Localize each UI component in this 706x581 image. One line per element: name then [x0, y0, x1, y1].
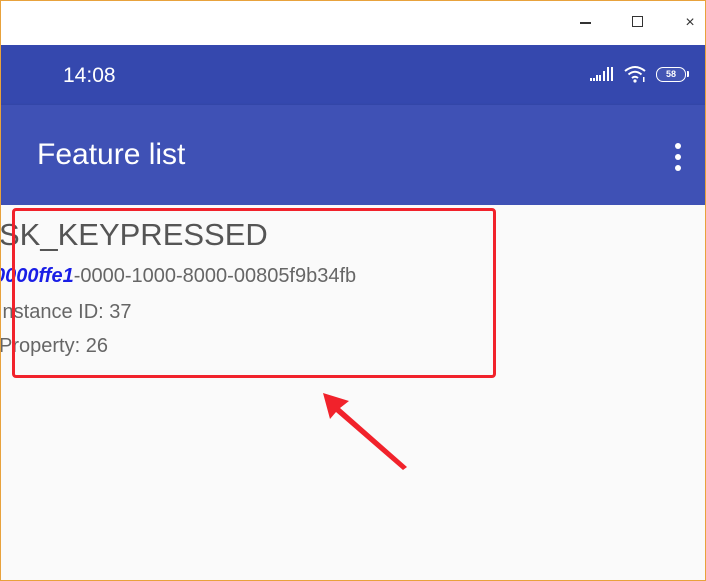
maximize-icon: [631, 16, 643, 28]
page-title: Feature list: [37, 138, 186, 171]
feature-uuid-rest: -0000-1000-8000-00805f9b34fb: [73, 265, 357, 287]
status-bar: 14:08 58: [1, 45, 705, 105]
battery-icon: 58: [656, 66, 689, 82]
feature-property: Property: 26: [1, 335, 108, 357]
wifi-icon: [624, 66, 646, 83]
feature-list: SK_KEYPRESSED 0000ffe1-0000-1000-8000-00…: [1, 205, 705, 580]
signal-icon: [590, 67, 613, 81]
close-icon: ×: [685, 14, 695, 31]
feature-name: SK_KEYPRESSED: [1, 217, 268, 252]
list-item[interactable]: SK_KEYPRESSED 0000ffe1-0000-1000-8000-00…: [1, 211, 495, 377]
app-window: × 14:08 58 Feature list SK_KEYPRESSED 00…: [0, 0, 706, 581]
status-icons: 58: [590, 63, 689, 85]
feature-uuid: 0000ffe1-0000-1000-8000-00805f9b34fb: [1, 265, 356, 288]
maximize-button[interactable]: [627, 13, 647, 33]
minimize-icon: [579, 22, 591, 24]
window-titlebar: ×: [1, 1, 705, 45]
close-button[interactable]: ×: [680, 13, 700, 33]
battery-level: 58: [656, 66, 686, 82]
feature-instance-id: Instance ID: 37: [1, 301, 132, 323]
feature-uuid-short: 0000ffe1: [1, 265, 74, 287]
app-toolbar: Feature list: [1, 105, 705, 205]
status-time: 14:08: [63, 64, 116, 87]
overflow-menu-icon[interactable]: [665, 137, 691, 177]
minimize-button[interactable]: [575, 13, 595, 33]
